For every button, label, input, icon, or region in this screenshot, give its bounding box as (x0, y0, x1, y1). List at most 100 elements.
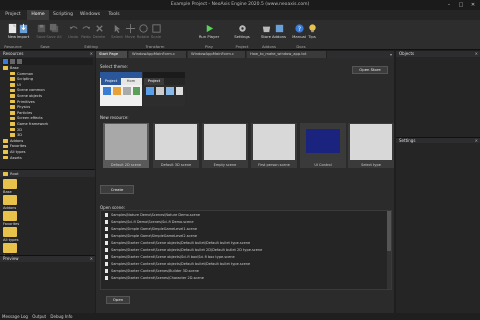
list-item[interactable]: Samples\Simple Game\SimpleGameLevel1.sce… (103, 226, 391, 233)
scene-card-empty[interactable]: Empty scene (202, 123, 248, 168)
group-label-play: Play (205, 44, 213, 49)
tree-item-assets[interactable]: Assets (3, 156, 95, 162)
list-item[interactable]: Samples\Simple Game\SimpleGameLevel2.sce… (103, 233, 391, 240)
tab-tools[interactable]: Tools (104, 10, 124, 20)
scene-thumbnail (204, 124, 246, 160)
file-icon (105, 227, 108, 231)
doc-tab-window-app-main-form-2[interactable]: WindowAppMainForm.c (188, 51, 246, 58)
addons-button[interactable]: Addons (268, 22, 290, 44)
file-icon (105, 255, 108, 259)
theme-preview-light[interactable]: Project Hom (100, 72, 142, 106)
folder-icon (10, 116, 15, 121)
scrollbar-thumb[interactable] (387, 211, 391, 251)
gear-icon (238, 25, 246, 32)
chevron-down-icon[interactable]: ▾ (390, 52, 392, 57)
add-icon[interactable] (3, 59, 8, 64)
close-icon[interactable]: ✕ (475, 138, 478, 144)
folder-icon (3, 138, 8, 143)
scale-button[interactable]: Scale (145, 22, 167, 44)
title-bar: Example Project - NeoAxis Engine 2020.5 … (0, 0, 480, 10)
folder-icon (3, 243, 17, 253)
tab-windows[interactable]: Windows (77, 10, 103, 20)
folder-icon (3, 211, 17, 221)
scene-card-select-type[interactable]: Select type (348, 123, 394, 168)
search-icon[interactable] (17, 59, 22, 64)
tab-message-log[interactable]: Message Log (2, 314, 28, 319)
objects-panel (396, 57, 480, 137)
tile-favorites[interactable]: Favorites (3, 211, 21, 226)
objects-title: Objects (399, 51, 415, 56)
resources-header: Resources ✕ (0, 51, 95, 57)
theme-preview-dark[interactable]: Project (143, 72, 185, 106)
scene-card-default-3d[interactable]: Default 3D scene (153, 123, 199, 168)
theme-tab-row: Project Hom (100, 78, 142, 85)
theme-icon (133, 87, 140, 95)
scrollbar[interactable] (387, 211, 391, 289)
settings-button[interactable]: Settings (231, 22, 253, 44)
file-icon (105, 276, 108, 280)
list-item[interactable]: Samples\Starter Content\Scenes\Builder 3… (103, 268, 391, 275)
scene-card-default-2d[interactable]: Default 2D scene (103, 123, 149, 168)
list-item[interactable]: Samples\Starter Content\Scene objects\De… (103, 240, 391, 247)
close-icon[interactable]: ✕ (90, 51, 93, 57)
list-item[interactable]: Samples\Sci-fi Demo\Scenes\Sci-fi Demo.s… (103, 219, 391, 226)
close-icon[interactable]: ✕ (90, 256, 93, 262)
tab-output[interactable]: Output (32, 314, 46, 319)
import-icon (19, 23, 27, 34)
list-item[interactable]: Samples\Starter Content\Scene objects\De… (103, 261, 391, 268)
theme-icon (166, 87, 174, 95)
new-resource-label: New resource: (100, 115, 129, 120)
folder-icon (10, 122, 15, 126)
theme-icon (156, 87, 164, 95)
minimize-button[interactable]: – (443, 1, 455, 9)
folder-icon[interactable] (10, 59, 15, 64)
create-button[interactable]: Create (100, 185, 134, 194)
list-item[interactable]: Samples\Starter Content\Scene objects\De… (103, 247, 391, 254)
folder-icon (10, 99, 15, 104)
group-label-addons: Addons (261, 44, 277, 49)
folder-icon (10, 110, 15, 115)
close-icon[interactable]: ✕ (475, 51, 478, 57)
resources-title: Resources (3, 51, 24, 56)
folder-icon (3, 155, 8, 160)
folder-icon (3, 195, 17, 205)
open-button[interactable]: Open (106, 296, 130, 304)
save-all-icon (49, 23, 58, 33)
root-breadcrumb[interactable]: Root (0, 170, 95, 177)
tab-home[interactable]: Home (27, 10, 49, 20)
scene-card-ui-control[interactable]: UI Control (300, 123, 346, 168)
lightbulb-icon (308, 24, 316, 33)
scale-icon (151, 24, 161, 33)
folder-icon (10, 133, 15, 137)
doc-tab-start-page[interactable]: Start Page (96, 51, 128, 58)
doc-tab-window-app-main-form-1[interactable]: WindowAppMainForm.c (129, 51, 187, 58)
close-button[interactable]: ✕ (467, 1, 479, 9)
scene-thumbnail (105, 124, 147, 160)
tile-base[interactable]: Base (3, 179, 21, 194)
tab-project[interactable]: Project (2, 10, 24, 20)
folder-icon (10, 77, 15, 81)
resources-search-input[interactable] (2, 58, 93, 65)
run-player-button[interactable]: Run Player (198, 22, 220, 44)
list-item[interactable]: Samples\Starter Content\Scene objects\Sc… (103, 254, 391, 261)
list-item[interactable]: Samples\Nature Demo\Scenes\Nature Demo.s… (103, 212, 391, 219)
select-theme-label: Select theme: (100, 64, 128, 69)
theme-icon (146, 87, 154, 95)
status-bar: Message Log Output Debug Info (0, 313, 480, 320)
tips-button[interactable]: Tips (301, 22, 323, 44)
file-icon (105, 220, 108, 224)
tile-addons[interactable]: Addons (3, 195, 21, 210)
tile-all-types[interactable]: All types (3, 227, 21, 242)
open-store-button[interactable]: Open Store (352, 66, 388, 74)
scene-card-first-person[interactable]: First person scene (251, 123, 297, 168)
tab-scripting[interactable]: Scripting (50, 10, 76, 20)
group-label-project: Project (235, 44, 249, 49)
folder-icon (10, 105, 15, 109)
list-item[interactable]: Samples\Starter Content\Scenes\Character… (103, 275, 391, 282)
window-title: Example Project - NeoAxis Engine 2020.5 … (170, 2, 310, 7)
scene-thumbnail (155, 124, 197, 160)
maximize-button[interactable]: □ (455, 1, 467, 9)
doc-tab-how-to-make-window-app[interactable]: How_to_make_window_app.txt (247, 51, 327, 58)
tab-debug-info[interactable]: Debug Info (50, 314, 72, 319)
objects-header: Objects ✕ (396, 51, 480, 57)
